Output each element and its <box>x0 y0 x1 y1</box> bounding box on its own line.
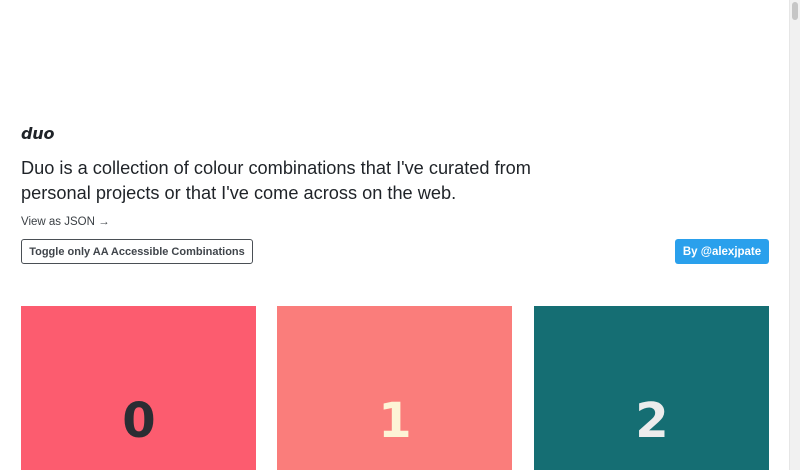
color-swatch-card[interactable]: 0 <box>21 306 256 470</box>
color-swatch-card[interactable]: 2 <box>534 306 769 470</box>
swatch-number: 1 <box>378 393 411 449</box>
brand-logo: duo <box>21 124 55 143</box>
intro-text: Duo is a collection of colour combinatio… <box>21 158 531 203</box>
swatch-number: 2 <box>635 393 668 449</box>
page: duo Duo is a collection of colour combin… <box>0 0 789 470</box>
toggle-aa-button[interactable]: Toggle only AA Accessible Combinations <box>21 239 253 264</box>
swatch-number: 0 <box>122 393 155 449</box>
color-swatch-card[interactable]: 1 <box>277 306 512 470</box>
scrollbar-thumb[interactable] <box>792 2 798 20</box>
vertical-scrollbar[interactable] <box>789 0 800 470</box>
author-button[interactable]: By @alexjpate <box>675 239 769 264</box>
view-json-link[interactable]: View as JSON → <box>21 216 110 228</box>
